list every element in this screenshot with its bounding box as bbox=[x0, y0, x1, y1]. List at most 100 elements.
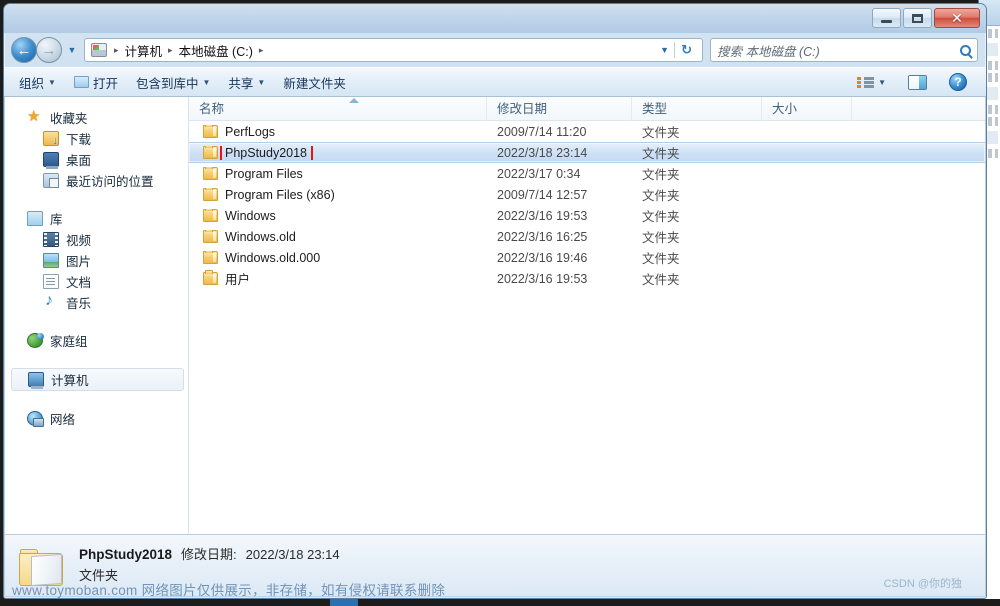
chevron-down-icon: ▼ bbox=[878, 77, 886, 87]
sidebar-label: 文档 bbox=[66, 276, 92, 290]
organize-label: 组织 bbox=[19, 76, 45, 91]
library-icon bbox=[27, 211, 43, 226]
table-row[interactable]: Program Files 2022/3/17 0:34 文件夹 bbox=[189, 163, 985, 184]
close-button[interactable]: ✕ bbox=[934, 8, 980, 28]
file-name-cell: PerfLogs bbox=[189, 124, 487, 139]
file-rows: PerfLogs 2009/7/14 11:20 文件夹 PhpStudy201… bbox=[189, 121, 985, 289]
pictures-icon bbox=[43, 253, 59, 268]
sidebar-label: 网络 bbox=[50, 413, 76, 427]
sidebar-item-desktop[interactable]: 桌面 bbox=[5, 149, 188, 170]
sidebar-item-homegroup[interactable]: 家庭组 bbox=[5, 330, 188, 351]
table-row[interactable]: 用户 2022/3/16 19:53 文件夹 bbox=[189, 268, 985, 289]
column-header-date[interactable]: 修改日期 bbox=[487, 97, 632, 121]
organize-button[interactable]: 组织 ▼ bbox=[10, 70, 65, 95]
column-header-size[interactable]: 大小 bbox=[762, 97, 852, 121]
breadcrumb-computer[interactable]: 计算机 bbox=[123, 41, 165, 60]
video-icon bbox=[43, 232, 59, 247]
sidebar-item-videos[interactable]: 视频 bbox=[5, 229, 188, 250]
file-date-cell: 2009/7/14 11:20 bbox=[497, 124, 587, 139]
chevron-down-icon: ▼ bbox=[67, 45, 77, 55]
search-input[interactable]: 搜索 本地磁盘 (C:) bbox=[717, 41, 960, 60]
sidebar-item-downloads[interactable]: 下载 bbox=[5, 128, 188, 149]
file-date-cell: 2022/3/16 19:53 bbox=[497, 271, 588, 286]
desktop-icon bbox=[43, 152, 59, 169]
sidebar-label: 视频 bbox=[66, 234, 92, 248]
folder-icon bbox=[203, 250, 218, 264]
breadcrumb-local-disk-c[interactable]: 本地磁盘 (C:) bbox=[177, 41, 255, 60]
file-name-cell: Windows.old bbox=[189, 229, 487, 244]
open-button[interactable]: 打开 bbox=[65, 70, 127, 95]
network-icon bbox=[27, 411, 44, 427]
minimize-icon bbox=[881, 20, 892, 23]
table-row[interactable]: PerfLogs 2009/7/14 11:20 文件夹 bbox=[189, 121, 985, 142]
back-button[interactable]: ← bbox=[11, 37, 37, 63]
file-name-text: PhpStudy2018 bbox=[225, 145, 308, 160]
sort-ascending-icon bbox=[349, 97, 359, 103]
folder-icon bbox=[203, 124, 218, 138]
help-button[interactable]: ? bbox=[940, 70, 976, 94]
table-row[interactable]: Program Files (x86) 2009/7/14 12:57 文件夹 bbox=[189, 184, 985, 205]
sidebar-item-computer[interactable]: 计算机 bbox=[11, 368, 184, 391]
back-arrow-icon: ← bbox=[16, 41, 32, 59]
folder-icon bbox=[203, 208, 218, 222]
refresh-icon[interactable]: ↻ bbox=[674, 42, 698, 58]
explorer-body: 收藏夹 下载 桌面 最近访问的位置 bbox=[4, 97, 986, 534]
title-bar: ✕ bbox=[4, 4, 986, 33]
change-view-button[interactable]: ▼ bbox=[848, 73, 895, 92]
file-list-pane[interactable]: 名称 修改日期 类型 大小 PerfLogs 2009/7/14 11:20 文… bbox=[189, 97, 985, 534]
share-button[interactable]: 共享 ▼ bbox=[219, 70, 274, 95]
file-name: PerfLogs bbox=[225, 124, 276, 139]
open-folder-icon bbox=[73, 76, 89, 88]
column-header-type[interactable]: 类型 bbox=[632, 97, 762, 121]
sidebar-label: 家庭组 bbox=[50, 335, 88, 349]
column-header-name[interactable]: 名称 bbox=[189, 97, 487, 121]
sidebar-item-network[interactable]: 网络 bbox=[5, 408, 188, 429]
search-box[interactable]: 搜索 本地磁盘 (C:) bbox=[710, 38, 978, 62]
file-name: Windows bbox=[225, 208, 276, 223]
homegroup-icon bbox=[27, 333, 44, 348]
column-header-label: 名称 bbox=[199, 101, 225, 116]
table-row[interactable]: Windows.old.000 2022/3/16 19:46 文件夹 bbox=[189, 247, 985, 268]
open-label: 打开 bbox=[92, 76, 118, 91]
sidebar-label: 计算机 bbox=[51, 374, 89, 388]
file-name: 用户 bbox=[225, 273, 251, 287]
file-name: Program Files bbox=[225, 166, 303, 181]
address-dropdown-icon[interactable]: ▼ bbox=[655, 45, 674, 55]
command-toolbar: 组织 ▼ 打开 包含到库中 ▼ 共享 ▼ 新建文件夹 ▼ ? bbox=[4, 67, 986, 97]
details-line-1: PhpStudy2018 修改日期: 2022/3/18 23:14 bbox=[79, 545, 340, 565]
maximize-button[interactable] bbox=[903, 8, 932, 28]
sidebar-label: 图片 bbox=[66, 255, 92, 269]
chevron-down-icon: ▼ bbox=[257, 77, 266, 87]
include-in-library-label: 包含到库中 bbox=[135, 76, 199, 91]
sidebar-item-recent-places[interactable]: 最近访问的位置 bbox=[5, 170, 188, 191]
breadcrumb-separator[interactable]: ▸ bbox=[255, 45, 268, 56]
minimize-button[interactable] bbox=[872, 8, 901, 28]
column-header-filler bbox=[852, 97, 985, 121]
sidebar-item-pictures[interactable]: 图片 bbox=[5, 250, 188, 271]
forward-button[interactable]: → bbox=[36, 37, 62, 63]
file-type-cell: 文件夹 bbox=[642, 231, 680, 245]
preview-pane-button[interactable] bbox=[899, 72, 936, 93]
file-name-cell: Windows bbox=[189, 208, 487, 223]
history-dropdown-button[interactable]: ▼ bbox=[65, 45, 79, 55]
sidebar-label: 库 bbox=[50, 213, 63, 227]
breadcrumb-separator[interactable]: ▸ bbox=[164, 45, 177, 56]
sidebar-item-music[interactable]: 音乐 bbox=[5, 292, 188, 313]
include-in-library-button[interactable]: 包含到库中 ▼ bbox=[127, 70, 219, 95]
sidebar-label: 音乐 bbox=[66, 297, 92, 311]
share-label: 共享 bbox=[228, 76, 254, 91]
file-name-cell: Program Files bbox=[189, 166, 487, 181]
sidebar-item-favorites[interactable]: 收藏夹 bbox=[5, 107, 188, 128]
view-list-icon bbox=[857, 76, 875, 89]
address-bar[interactable]: ▸ 计算机 ▸ 本地磁盘 (C:) ▸ ▼ ↻ bbox=[84, 38, 703, 62]
sidebar-item-libraries[interactable]: 库 bbox=[5, 208, 188, 229]
table-row-selected[interactable]: PhpStudy2018 2022/3/18 23:14 文件夹 bbox=[189, 142, 985, 163]
new-folder-button[interactable]: 新建文件夹 bbox=[274, 70, 355, 95]
table-row[interactable]: Windows.old 2022/3/16 16:25 文件夹 bbox=[189, 226, 985, 247]
navigation-pane[interactable]: 收藏夹 下载 桌面 最近访问的位置 bbox=[5, 97, 189, 534]
breadcrumb-separator: ▸ bbox=[114, 44, 119, 55]
sidebar-label: 收藏夹 bbox=[50, 112, 88, 126]
table-row[interactable]: Windows 2022/3/16 19:53 文件夹 bbox=[189, 205, 985, 226]
sidebar-item-documents[interactable]: 文档 bbox=[5, 271, 188, 292]
